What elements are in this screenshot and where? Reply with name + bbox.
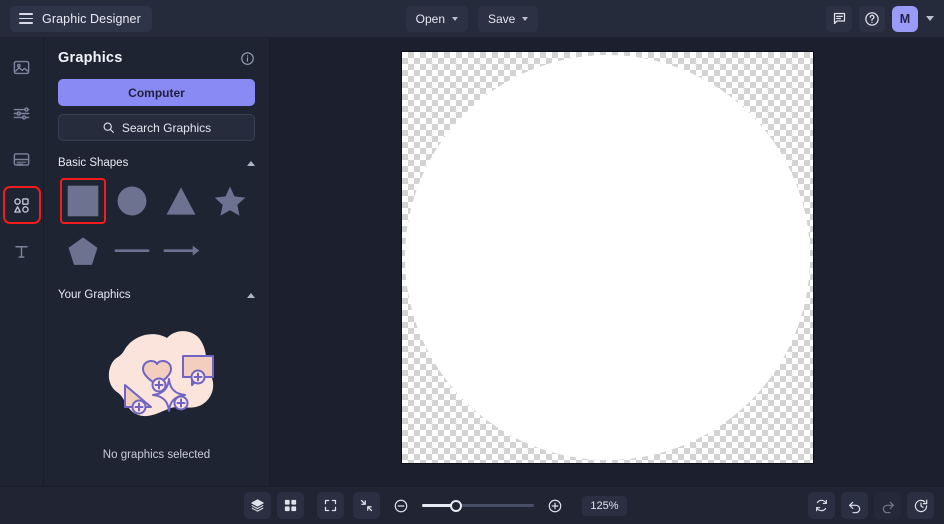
zoom-controls: 125%	[0, 492, 944, 519]
history-button[interactable]	[907, 492, 934, 519]
sidebar-item-shapes[interactable]	[2, 186, 41, 224]
image-icon	[13, 60, 30, 74]
circle-icon	[117, 186, 147, 216]
zoom-level-value[interactable]: 125%	[582, 495, 627, 516]
shape-line[interactable]	[110, 229, 154, 273]
line-icon	[114, 249, 150, 252]
app-title: Graphic Designer	[42, 11, 141, 26]
save-menu-button[interactable]: Save	[478, 5, 539, 32]
open-menu-button[interactable]: Open	[405, 5, 468, 32]
comment-icon	[833, 12, 845, 25]
canvas-area[interactable]	[270, 38, 944, 486]
basic-shapes-grid	[58, 178, 255, 273]
search-icon	[103, 122, 114, 133]
undo-icon	[848, 501, 860, 513]
fullscreen-icon	[325, 499, 337, 512]
sidebar-item-image[interactable]	[7, 52, 37, 82]
shape-square[interactable]	[59, 178, 106, 224]
save-menu-label: Save	[488, 11, 516, 26]
design-canvas[interactable]	[400, 51, 814, 464]
grid-icon	[284, 499, 297, 512]
bottom-bar: 125%	[0, 486, 944, 524]
open-menu-label: Open	[415, 11, 445, 26]
zoom-out-button[interactable]	[389, 494, 413, 518]
redo-button[interactable]	[874, 492, 901, 519]
account-chevron-down-icon[interactable]	[926, 16, 934, 21]
chevron-down-icon	[452, 16, 458, 21]
fit-to-screen-button[interactable]	[317, 492, 345, 519]
page-title: Graphics	[58, 50, 123, 66]
redo-icon	[882, 501, 894, 513]
tool-rail	[0, 38, 44, 486]
pentagon-icon	[68, 237, 98, 265]
reset-button[interactable]	[808, 492, 835, 519]
collapse-icon	[361, 499, 373, 512]
your-graphics-title: Your Graphics	[58, 289, 131, 301]
star-icon	[215, 186, 246, 216]
undo-button[interactable]	[841, 492, 868, 519]
shape-slot-empty	[208, 229, 252, 273]
app-window: Graphic Designer Open Save M Graphics Co…	[0, 0, 944, 524]
zoom-slider[interactable]	[422, 498, 535, 514]
shape-pentagon[interactable]	[61, 229, 105, 273]
zoom-slider-handle[interactable]	[450, 499, 463, 512]
search-graphics-button[interactable]: Search Graphics	[58, 114, 255, 141]
chevron-up-icon[interactable]	[247, 292, 255, 298]
zoom-out-icon	[395, 499, 408, 512]
search-graphics-label: Search Graphics	[121, 120, 212, 135]
history-clock-icon	[914, 499, 927, 512]
app-menu-button[interactable]: Graphic Designer	[10, 5, 152, 32]
computer-button[interactable]: Computer	[58, 79, 255, 106]
sidebar-item-layout[interactable]	[7, 144, 37, 174]
frame-icon	[13, 152, 30, 166]
your-graphics-section-header[interactable]: Your Graphics	[58, 289, 255, 301]
arrow-icon	[163, 245, 200, 256]
help-button[interactable]	[859, 5, 885, 32]
shape-circle[interactable]	[110, 179, 154, 223]
top-right-actions: M	[826, 5, 934, 32]
zoom-in-button[interactable]	[543, 494, 567, 518]
basic-shapes-title: Basic Shapes	[58, 157, 129, 169]
layers-icon	[251, 499, 264, 512]
shape-star[interactable]	[208, 179, 252, 223]
shape-arrow[interactable]	[159, 229, 203, 273]
history-controls	[808, 492, 934, 519]
grid-view-button[interactable]	[277, 492, 304, 519]
no-graphics-message: No graphics selected	[102, 449, 211, 461]
layers-button[interactable]	[244, 492, 271, 519]
graphics-empty-illustration	[108, 331, 214, 417]
graphics-panel-header: Graphics	[58, 50, 255, 66]
shapes-icon	[14, 197, 29, 213]
canvas-shape-circle[interactable]	[404, 55, 810, 460]
info-circle-icon[interactable]	[240, 51, 255, 66]
sidebar-item-text[interactable]	[7, 236, 37, 266]
text-t-icon	[15, 245, 28, 258]
chevron-down-icon	[522, 16, 529, 21]
chevron-up-icon[interactable]	[247, 160, 255, 166]
shape-triangle[interactable]	[159, 179, 203, 223]
help-circle-icon	[865, 11, 879, 26]
graphics-panel: Graphics Computer Search Graphics Basic …	[44, 38, 270, 486]
basic-shapes-section-header[interactable]: Basic Shapes	[58, 157, 255, 169]
top-bar: Graphic Designer Open Save M	[0, 0, 944, 38]
hamburger-icon	[19, 13, 33, 24]
square-icon	[67, 185, 98, 217]
reset-icon	[816, 499, 827, 512]
zoom-in-icon	[549, 499, 562, 512]
shrink-view-button[interactable]	[353, 492, 381, 519]
triangle-icon	[166, 187, 196, 215]
app-body: Graphics Computer Search Graphics Basic …	[0, 38, 944, 486]
comments-button[interactable]	[826, 5, 852, 32]
sliders-icon	[13, 106, 30, 120]
bottom-left-tools	[244, 492, 304, 519]
user-avatar[interactable]: M	[892, 5, 918, 32]
sidebar-item-adjustments[interactable]	[7, 98, 37, 128]
